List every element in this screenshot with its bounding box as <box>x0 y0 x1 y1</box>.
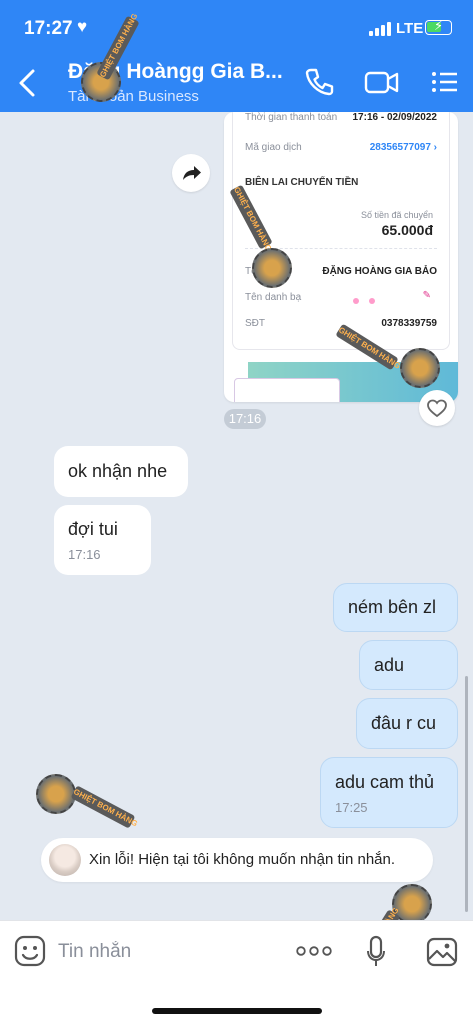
watermark-sticker: GHIỆT BOM HÀNG <box>330 323 450 388</box>
message-time: 17:16 <box>68 547 101 562</box>
receipt-row-label: Tên danh bạ <box>245 292 302 303</box>
back-arrow-icon[interactable] <box>14 66 40 100</box>
phone-call-icon[interactable] <box>304 66 334 98</box>
message-input[interactable] <box>58 935 278 969</box>
menu-list-icon[interactable] <box>430 66 460 98</box>
system-notice: Xin lỗi! Hiện tại tôi không muốn nhận ti… <box>41 838 433 882</box>
receipt-row-label: Mã giao dịch <box>245 142 302 153</box>
receipt-row-label: SĐT <box>245 318 265 329</box>
message-text: adu cam thủ <box>335 772 435 792</box>
watermark-sticker: GHIỆT BOM HÀNG <box>34 770 154 840</box>
video-call-icon[interactable] <box>364 66 400 98</box>
message-text: adu <box>374 655 405 675</box>
message-text: đợi tui <box>68 519 118 539</box>
status-time: 17:27 <box>24 18 73 39</box>
transaction-id-link[interactable]: 28356577097 › <box>370 142 437 153</box>
outgoing-message[interactable]: adu <box>359 640 458 690</box>
image-gallery-icon[interactable] <box>426 937 458 967</box>
watermark-text: GHIỆT BOM HÀNG <box>335 323 402 371</box>
receipt-row: Thời gian thanh toán 17:16 - 02/09/2022 <box>245 112 437 123</box>
receipt-thumbnail <box>234 378 340 402</box>
outgoing-message[interactable]: adu cam thủ 17:25 <box>320 757 458 828</box>
blurred-contact <box>353 291 401 304</box>
heart-icon: ♥ <box>77 17 88 36</box>
notice-text: Xin lỗi! Hiện tại tôi không muốn nhận ti… <box>89 851 396 868</box>
watermark-text: GHIỆT BOM HÀNG <box>70 785 139 829</box>
emoji-icon[interactable] <box>14 935 46 969</box>
message-text: đâu r cu <box>371 713 437 733</box>
receipt-row-value: ĐẶNG HOÀNG GIA BẢO <box>322 266 437 277</box>
watermark-text: GHIỆT BOM HÀNG <box>229 184 273 253</box>
share-button[interactable] <box>172 154 210 192</box>
scrollbar[interactable] <box>465 676 468 912</box>
more-options-icon[interactable] <box>296 945 332 957</box>
battery-icon: ⚡ <box>425 18 452 35</box>
receipt-row-value: 17:16 - 02/09/2022 <box>352 112 437 123</box>
amount-label: Số tiền đã chuyển <box>360 210 433 220</box>
receipt-row: Mã giao dịch 28356577097 › <box>245 142 437 153</box>
receipt-row-label: Thời gian thanh toán <box>245 112 338 123</box>
message-text: ok nhận nhe <box>68 461 168 481</box>
outgoing-message[interactable]: ném bên zl <box>333 583 458 632</box>
forward-arrow-icon <box>183 166 201 180</box>
edit-icon: ✎ <box>422 290 431 301</box>
home-indicator <box>152 1008 322 1014</box>
message-text: ném bên zl <box>348 597 437 617</box>
message-time: 17:25 <box>335 800 368 815</box>
message-time: 17:16 <box>224 409 266 429</box>
watermark-sticker: GHIỆT BOM HÀNG <box>226 180 296 290</box>
receipt-row: Tên danh bạ <box>245 292 437 303</box>
network-type: LTE <box>396 20 424 37</box>
amount-value: 65.000đ <box>381 222 433 238</box>
microphone-icon[interactable] <box>366 935 386 969</box>
heart-outline-icon <box>427 399 447 418</box>
like-button[interactable] <box>419 390 455 426</box>
incoming-message[interactable]: đợi tui 17:16 <box>54 505 151 575</box>
avatar <box>49 844 81 876</box>
signal-icon <box>369 22 393 36</box>
status-bar: 17:27 ♥ LTE ⚡ <box>0 0 473 50</box>
outgoing-message[interactable]: đâu r cu <box>356 698 458 749</box>
incoming-message[interactable]: ok nhận nhe <box>54 446 188 497</box>
